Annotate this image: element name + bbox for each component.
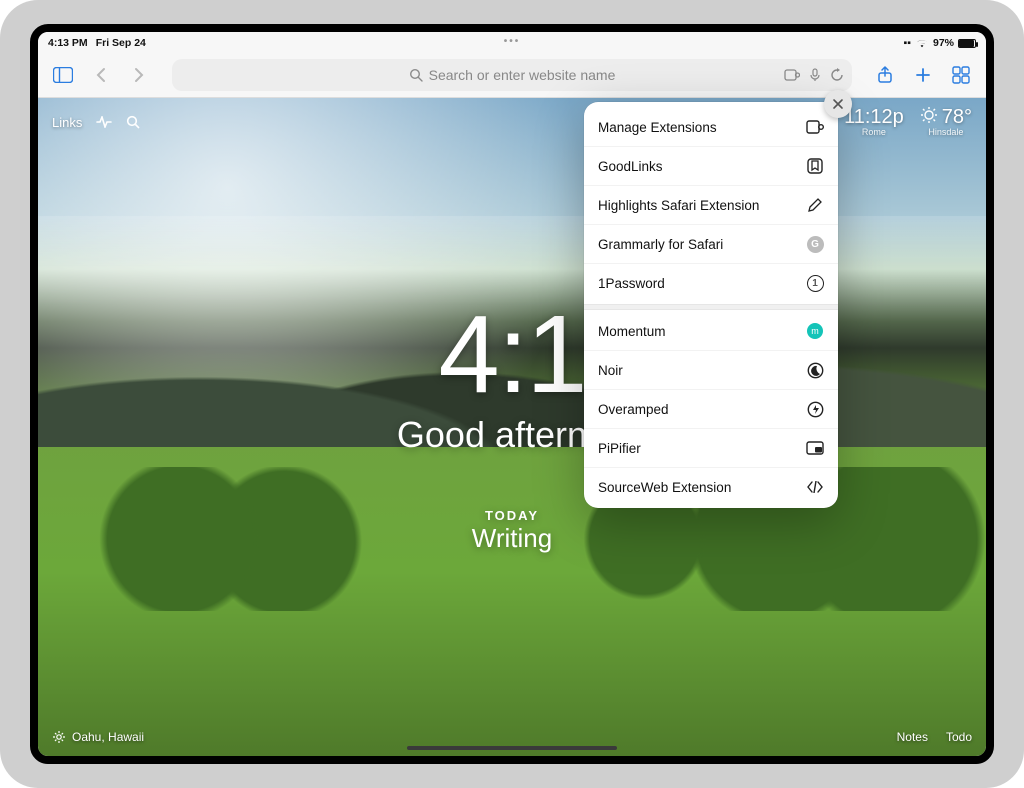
tabs-grid-icon (952, 66, 970, 84)
multitask-dots-icon[interactable]: ••• (504, 36, 521, 47)
battery-icon (958, 39, 976, 48)
reload-icon (830, 68, 844, 82)
sidebar-button[interactable] (48, 60, 78, 90)
reload-button[interactable] (830, 68, 844, 82)
bolt-circle-icon (806, 400, 824, 418)
extension-item[interactable]: Manage Extensions (584, 108, 838, 146)
momentum-bottombar: Oahu, Hawaii Notes Todo (38, 718, 986, 756)
photo-location[interactable]: Oahu, Hawaii (52, 730, 144, 744)
extension-item[interactable]: Noir (584, 350, 838, 389)
sidebar-icon (53, 67, 73, 83)
extension-label: SourceWeb Extension (598, 480, 731, 495)
m-dot-icon: m (806, 322, 824, 340)
extension-item[interactable]: GoodLinks (584, 146, 838, 185)
extension-label: 1Password (598, 276, 665, 291)
extension-label: Noir (598, 363, 623, 378)
back-button[interactable] (86, 60, 116, 90)
today-label: TODAY (485, 508, 539, 523)
code-icon (806, 478, 824, 496)
tabs-button[interactable] (946, 60, 976, 90)
extension-label: Overamped (598, 402, 669, 417)
todo-button[interactable]: Todo (946, 730, 972, 744)
extensions-button[interactable] (784, 68, 800, 82)
pencil-icon (806, 196, 824, 214)
close-icon (832, 98, 844, 110)
momentum-page: Links 4d ublin 11:12p Rome (38, 98, 986, 756)
extension-label: PiPifier (598, 441, 641, 456)
address-bar[interactable]: Search or enter website name (172, 59, 852, 91)
device-frame: 4:13 PM Fri Sep 24 ••• ▪▪ 97% (0, 0, 1024, 788)
extension-item[interactable]: Overamped (584, 389, 838, 428)
extension-label: Highlights Safari Extension (598, 198, 759, 213)
puzzle-icon (784, 68, 800, 82)
status-bar: 4:13 PM Fri Sep 24 ••• ▪▪ 97% (38, 32, 986, 52)
today-focus[interactable]: Writing (472, 523, 552, 554)
home-indicator[interactable] (407, 746, 617, 750)
cellular-icon: ▪▪ (904, 37, 911, 49)
extensions-popover: Manage Extensions GoodLinks Highlights Saf… (584, 102, 838, 508)
extension-item[interactable]: Highlights Safari Extension (584, 185, 838, 224)
notes-button[interactable]: Notes (897, 730, 928, 744)
puzzle-icon (806, 118, 824, 136)
one-circle-icon: 1 (806, 274, 824, 292)
wifi-icon (915, 38, 929, 48)
search-icon (409, 68, 423, 82)
extension-label: Momentum (598, 324, 666, 339)
settings-icon (52, 730, 66, 744)
g-circle-icon: G (806, 235, 824, 253)
center-clock: 4:1 (439, 300, 586, 410)
forward-button[interactable] (124, 60, 154, 90)
extension-label: Grammarly for Safari (598, 237, 723, 252)
share-icon (877, 66, 893, 84)
voice-search-button[interactable] (810, 68, 820, 82)
battery-percent: 97% (933, 37, 954, 49)
status-time: 4:13 PM (48, 37, 88, 49)
close-popover-button[interactable] (824, 90, 852, 118)
chevron-right-icon (133, 67, 145, 83)
address-placeholder: Search or enter website name (429, 67, 616, 83)
share-button[interactable] (870, 60, 900, 90)
extension-item[interactable]: Grammarly for Safari G (584, 224, 838, 263)
status-date: Fri Sep 24 (96, 37, 146, 49)
plus-icon (915, 67, 931, 83)
chevron-left-icon (95, 67, 107, 83)
extension-item[interactable]: SourceWeb Extension (584, 467, 838, 506)
extension-item[interactable]: Momentum m (584, 312, 838, 350)
moon-circle-icon (806, 361, 824, 379)
pip-icon (806, 439, 824, 457)
extension-item[interactable]: PiPifier (584, 428, 838, 467)
extension-label: Manage Extensions (598, 120, 717, 135)
bookmark-square-icon (806, 157, 824, 175)
extension-item[interactable]: 1Password 1 (584, 263, 838, 302)
new-tab-button[interactable] (908, 60, 938, 90)
microphone-icon (810, 68, 820, 82)
screen: 4:13 PM Fri Sep 24 ••• ▪▪ 97% (30, 24, 994, 764)
extension-label: GoodLinks (598, 159, 663, 174)
